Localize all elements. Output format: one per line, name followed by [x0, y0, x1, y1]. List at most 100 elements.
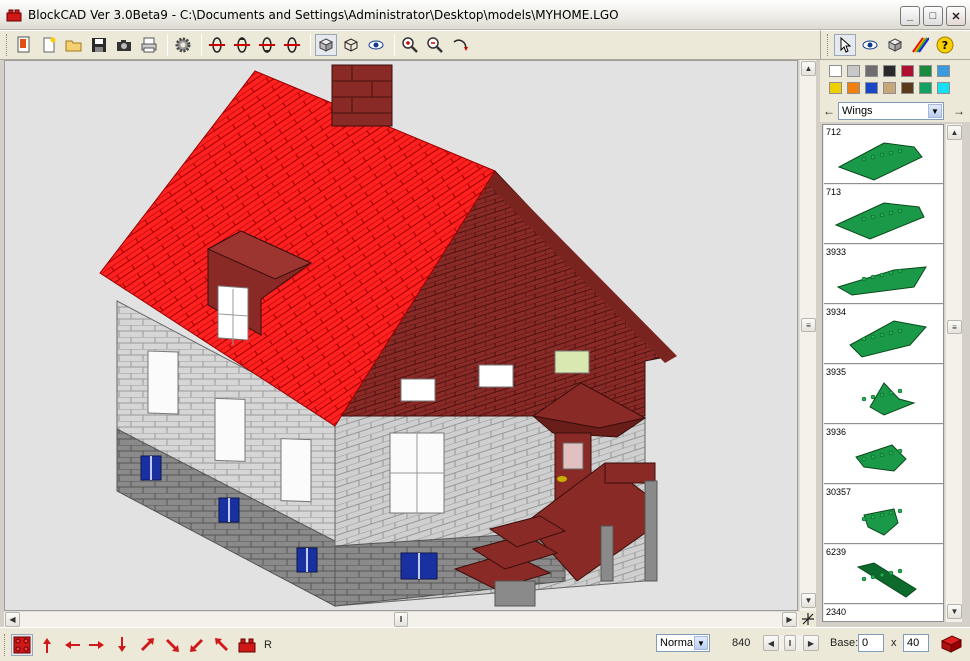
- slider-left-button[interactable]: ◀: [763, 635, 779, 651]
- color-swatch[interactable]: [865, 82, 878, 94]
- color-swatch[interactable]: [847, 82, 860, 94]
- rotate-right-icon[interactable]: [281, 34, 303, 56]
- minimize-button[interactable]: _: [900, 6, 920, 26]
- zoom-in-icon[interactable]: [399, 34, 421, 56]
- window-title: BlockCAD Ver 3.0Beta9 - C:\Documents and…: [28, 7, 619, 22]
- viewport-horizontal-scrollbar[interactable]: ◀ ‖ ▶: [4, 611, 799, 627]
- part-list-scrollbar[interactable]: ▲ ≡ ▼: [945, 124, 962, 622]
- view-solid-icon[interactable]: [315, 34, 337, 56]
- move-up-left-icon[interactable]: [211, 634, 233, 656]
- part-preview-image: [855, 444, 907, 472]
- rotate-left-icon[interactable]: [256, 34, 278, 56]
- prev-group-button[interactable]: ←: [820, 104, 838, 118]
- open-icon[interactable]: [63, 34, 85, 56]
- stud-grid-icon[interactable]: [11, 633, 33, 656]
- move-down-left-icon[interactable]: [186, 634, 208, 656]
- move-up-arrow-icon[interactable]: [36, 634, 58, 656]
- save-icon[interactable]: [88, 34, 110, 56]
- brick-stack-icon[interactable]: [236, 634, 258, 656]
- chevron-down-icon[interactable]: ▼: [928, 104, 942, 118]
- base-depth-input[interactable]: 40: [903, 634, 929, 652]
- settings-icon[interactable]: [172, 34, 194, 56]
- chevron-down-icon[interactable]: ▼: [694, 636, 708, 650]
- maximize-button[interactable]: □: [923, 6, 943, 26]
- new-model-icon[interactable]: [13, 34, 35, 56]
- house-model-render: [99, 64, 677, 607]
- color-swatch[interactable]: [901, 65, 914, 77]
- color-swatch[interactable]: [919, 65, 932, 77]
- part-item[interactable]: 30357: [824, 485, 943, 544]
- part-item[interactable]: 3935: [824, 365, 943, 424]
- toolbar-grip[interactable]: [6, 34, 9, 56]
- model-viewport[interactable]: [4, 60, 798, 611]
- horizontal-scroll-thumb[interactable]: ‖: [394, 612, 408, 627]
- color-swatch[interactable]: [937, 65, 950, 77]
- move-up-right-icon[interactable]: [136, 634, 158, 656]
- part-preview-image: [834, 202, 925, 240]
- rotate-down-icon[interactable]: [231, 34, 253, 56]
- part-scroll-up-button[interactable]: ▲: [947, 125, 962, 140]
- part-item[interactable]: 713: [824, 185, 943, 244]
- scroll-up-button[interactable]: ▲: [801, 61, 816, 76]
- eye-icon[interactable]: [859, 34, 881, 56]
- part-group-value: Wings: [842, 105, 873, 117]
- base-label: Base:: [830, 637, 859, 649]
- move-right-arrow-icon[interactable]: [86, 634, 108, 656]
- color-swatch[interactable]: [883, 65, 896, 77]
- close-button[interactable]: ✕: [946, 6, 966, 26]
- base-plate-icon[interactable]: [940, 632, 962, 654]
- print-icon[interactable]: [138, 34, 160, 56]
- color-swatch[interactable]: [901, 82, 914, 94]
- part-preview-image: [837, 142, 923, 181]
- camera-icon[interactable]: [113, 34, 135, 56]
- part-group-select[interactable]: Wings ▼: [838, 102, 944, 120]
- next-group-button[interactable]: →: [950, 104, 968, 118]
- scroll-down-button[interactable]: ▼: [801, 593, 816, 608]
- part-item[interactable]: 712: [824, 125, 943, 184]
- part-item[interactable]: 2340: [824, 605, 943, 621]
- zoom-out-icon[interactable]: [424, 34, 446, 56]
- toolbar-grip[interactable]: [4, 633, 7, 656]
- visibility-icon[interactable]: [365, 34, 387, 56]
- color-palette: [820, 60, 970, 100]
- base-width-input[interactable]: 0: [858, 634, 884, 652]
- part-item[interactable]: 3936: [824, 425, 943, 484]
- scroll-right-button[interactable]: ▶: [782, 612, 797, 627]
- color-swatch[interactable]: [919, 82, 932, 94]
- part-list[interactable]: 712 713 3933 3934 3935 3936 30357 6239 2340: [822, 124, 944, 622]
- viewport-vertical-scrollbar[interactable]: ▲ ≡ ▼: [799, 60, 816, 611]
- color-swatch[interactable]: [829, 65, 842, 77]
- color-swatch[interactable]: [883, 82, 896, 94]
- color-swatch[interactable]: [847, 65, 860, 77]
- slider-track[interactable]: ‖: [779, 635, 803, 651]
- part-item[interactable]: 3934: [824, 305, 943, 364]
- brick-slider[interactable]: ◀ ‖ ▶: [763, 632, 819, 654]
- toolbar-grip[interactable]: [827, 34, 830, 56]
- view-wire-icon[interactable]: [340, 34, 362, 56]
- move-down-right-icon[interactable]: [161, 634, 183, 656]
- help-icon[interactable]: ?: [934, 34, 956, 56]
- new-icon[interactable]: [38, 34, 60, 56]
- vertical-scroll-thumb[interactable]: ≡: [801, 318, 816, 332]
- color-swatch[interactable]: [865, 65, 878, 77]
- render-mode-select[interactable]: Norma ▼: [656, 634, 710, 652]
- slider-thumb[interactable]: ‖: [784, 635, 796, 651]
- reset-view-icon[interactable]: [799, 611, 816, 627]
- part-scroll-thumb[interactable]: ≡: [947, 320, 962, 334]
- move-left-arrow-icon[interactable]: [61, 634, 83, 656]
- pointer-icon[interactable]: [834, 34, 856, 56]
- rainbow-color-icon[interactable]: [909, 34, 931, 56]
- part-scroll-down-button[interactable]: ▼: [947, 604, 962, 619]
- part-item[interactable]: 6239: [824, 545, 943, 604]
- brick-count: 840: [732, 637, 751, 649]
- undo-icon[interactable]: [449, 34, 471, 56]
- main-toolbar: [0, 30, 820, 60]
- move-down-arrow-icon[interactable]: [111, 634, 133, 656]
- part-item[interactable]: 3933: [824, 245, 943, 304]
- brick-icon[interactable]: [884, 34, 906, 56]
- rotate-up-icon[interactable]: [206, 34, 228, 56]
- color-swatch[interactable]: [829, 82, 842, 94]
- scroll-left-button[interactable]: ◀: [5, 612, 20, 627]
- color-swatch[interactable]: [937, 82, 950, 94]
- slider-right-button[interactable]: ▶: [803, 635, 819, 651]
